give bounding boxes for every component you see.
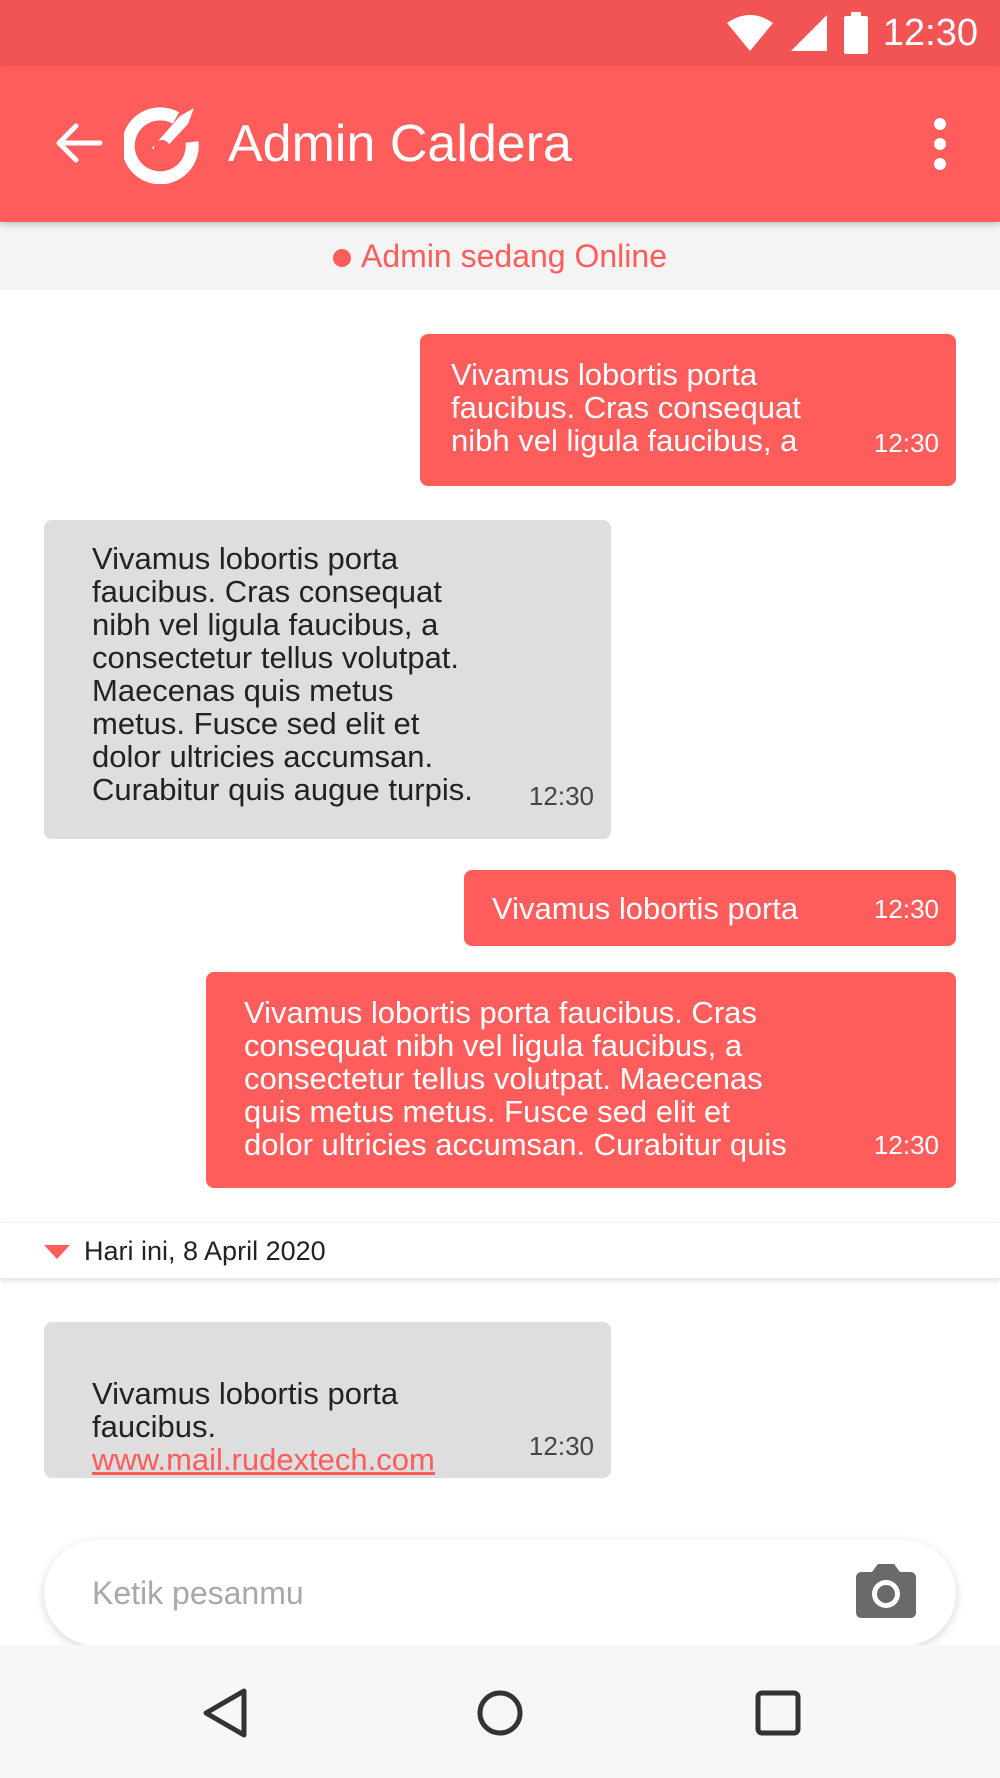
system-nav-bar bbox=[0, 1645, 1000, 1778]
date-separator-text: Hari ini, 8 April 2020 bbox=[84, 1236, 326, 1266]
message-time: 12:30 bbox=[528, 781, 594, 811]
home-circle-icon[interactable] bbox=[472, 1685, 528, 1741]
recents-square-icon[interactable] bbox=[750, 1685, 806, 1741]
camera-icon[interactable] bbox=[852, 1558, 920, 1626]
message-text: Vivamus lobortis porta bbox=[492, 891, 799, 926]
message-text-block: Vivamus lobortis porta faucibus. www.mai… bbox=[92, 1344, 512, 1509]
online-dot-icon bbox=[333, 249, 352, 267]
caldera-logo-icon bbox=[124, 107, 199, 184]
back-triangle-icon[interactable] bbox=[198, 1685, 254, 1741]
message-time: 12:30 bbox=[873, 1130, 939, 1160]
message-link[interactable]: www.mail.rudextech.com bbox=[92, 1443, 512, 1476]
message-bubble-incoming[interactable]: Vivamus lobortis porta faucibus. Cras co… bbox=[44, 520, 611, 839]
signal-icon bbox=[790, 15, 827, 51]
message-bubble-outgoing[interactable]: Vivamus lobortis porta faucibus. Cras co… bbox=[206, 972, 956, 1188]
message-bubble-outgoing[interactable]: Vivamus lobortis porta 12:30 bbox=[464, 870, 956, 946]
app-bar: Admin Caldera bbox=[0, 66, 1000, 222]
battery-icon bbox=[843, 12, 868, 54]
status-icons: 12:30 bbox=[725, 8, 978, 58]
message-text: Vivamus lobortis porta faucibus. bbox=[92, 1376, 399, 1444]
date-separator[interactable]: Hari ini, 8 April 2020 bbox=[0, 1222, 1000, 1278]
composer-box bbox=[44, 1540, 956, 1646]
composer-area bbox=[0, 1500, 1000, 1646]
message-bubble-incoming[interactable]: Vivamus lobortis porta faucibus. www.mai… bbox=[44, 1322, 611, 1478]
message-text: Vivamus lobortis porta faucibus. Cras co… bbox=[244, 995, 787, 1162]
online-status-text: Admin sedang Online bbox=[361, 237, 667, 274]
message-time: 12:30 bbox=[873, 894, 939, 924]
status-bar: 12:30 bbox=[0, 0, 1000, 66]
message-text: Vivamus lobortis porta faucibus. Cras co… bbox=[92, 541, 473, 807]
message-bubble-outgoing[interactable]: Vivamus lobortis porta faucibus. Cras co… bbox=[420, 334, 956, 486]
back-arrow-icon[interactable] bbox=[54, 118, 104, 168]
message-time: 12:30 bbox=[873, 428, 939, 458]
more-vert-icon[interactable] bbox=[920, 116, 960, 172]
online-status-strip: Admin sedang Online bbox=[0, 222, 1000, 290]
status-time: 12:30 bbox=[882, 11, 978, 54]
wifi-icon bbox=[726, 15, 773, 51]
chat-title: Admin Caldera bbox=[228, 115, 572, 173]
message-time: 12:30 bbox=[528, 1431, 594, 1461]
message-text: Vivamus lobortis porta faucibus. Cras co… bbox=[451, 357, 801, 458]
message-input[interactable] bbox=[92, 1570, 852, 1616]
caret-down-icon bbox=[44, 1245, 70, 1259]
